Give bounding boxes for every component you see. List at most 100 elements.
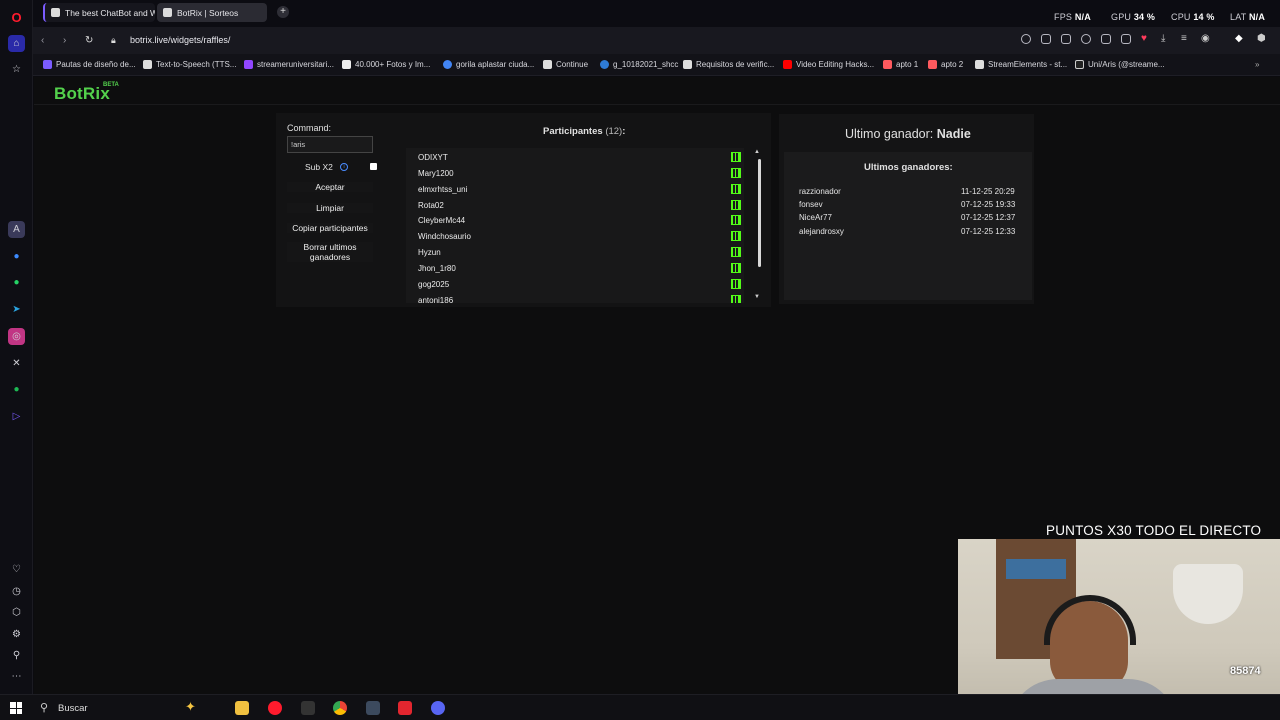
url-text[interactable]: botrix.live/widgets/raffles/ [130, 35, 230, 45]
menu-icon[interactable]: ≡ [1181, 33, 1187, 44]
app-icon[interactable] [301, 701, 315, 715]
kick-icon [731, 231, 741, 241]
bookmark-favicon-icon [783, 60, 792, 69]
camera-icon[interactable] [1061, 34, 1071, 44]
bookmark-item[interactable]: g_10182021_shcc [600, 60, 678, 69]
play-icon[interactable] [1121, 34, 1131, 44]
search-icon[interactable] [1021, 34, 1031, 44]
bookmark-label: StreamElements - st... [988, 60, 1068, 69]
new-tab-button[interactable]: + [277, 6, 289, 18]
bookmark-item[interactable]: streameruniversitari... [244, 60, 334, 69]
shield-icon[interactable] [1081, 34, 1091, 44]
vpn-icon[interactable] [1101, 34, 1111, 44]
bookmark-item[interactable]: apto 2 [928, 60, 963, 69]
more-icon[interactable]: ⋯ [8, 668, 25, 685]
history-icon[interactable]: ◷ [8, 583, 25, 600]
lat-stat: LAT N/A [1230, 12, 1265, 22]
participants-list[interactable]: ODIXYT Mary1200 elmxrhtss_uni Rota02 Cle… [406, 148, 744, 303]
instagram-icon[interactable]: ◎ [8, 328, 25, 345]
reload-icon[interactable]: ↻ [85, 35, 93, 46]
bookmark-item[interactable]: 40.000+ Fotos y Im... [342, 60, 430, 69]
copy-participants-button[interactable]: Copiar participantes [287, 223, 373, 233]
download-icon[interactable]: ⤓ [1161, 33, 1165, 44]
fps-value: N/A [1074, 12, 1091, 22]
winner-name: NiceAr77 [799, 213, 832, 222]
list-item: CleyberMc44 [418, 216, 466, 225]
bookmark-label: streameruniversitari... [257, 60, 334, 69]
bookmark-item[interactable]: Uni/Aris (@streame... [1075, 60, 1165, 69]
opera-logo-icon[interactable]: O [8, 9, 25, 26]
tab-botrix[interactable]: BotRix | Sorteos [157, 3, 267, 22]
sparkle-icon: ✦ [185, 699, 196, 714]
extensions-icon[interactable]: ⬡ [8, 604, 25, 621]
account-icon[interactable]: ◉ [1201, 33, 1210, 44]
app-logo[interactable]: BotRix [54, 84, 110, 104]
opera-icon[interactable] [268, 701, 282, 715]
messenger-icon[interactable]: ● [8, 248, 25, 265]
bookmark-icon[interactable]: ☆ [8, 61, 25, 78]
forward-icon[interactable]: › [63, 35, 66, 46]
sub-x2-label: Sub X2 [305, 162, 333, 172]
last-winner: Ultimo ganador: Nadie [845, 127, 971, 141]
cpu-stat: CPU 14 % [1171, 12, 1215, 22]
home-icon[interactable]: ⌂ [8, 35, 25, 52]
header-divider [34, 104, 1280, 105]
taskbar-search[interactable]: ⚲ Buscar ✦ [32, 698, 222, 718]
bookmark-favicon-icon [975, 60, 984, 69]
bookmark-label: gorila aplastar ciuda... [456, 60, 535, 69]
kick-icon [731, 279, 741, 289]
cube-icon[interactable]: ⬢ [1257, 33, 1266, 44]
lock-icon: 🔒︎ [111, 35, 116, 45]
participants-heading: Participantes (12): [543, 126, 625, 137]
x-icon[interactable]: ✕ [8, 355, 25, 372]
tab-favicon-icon [51, 8, 60, 17]
kick-icon [731, 184, 741, 194]
participants-scrollbar[interactable] [758, 159, 761, 267]
winner-name: razzionador [799, 187, 841, 196]
red-app-icon[interactable] [398, 701, 412, 715]
aria-icon[interactable]: A [8, 221, 25, 238]
info-icon[interactable]: i [340, 163, 348, 171]
bookmark-item[interactable]: Text-to-Speech (TTS... [143, 60, 236, 69]
spotify-icon[interactable]: ● [8, 381, 25, 398]
settings-icon[interactable]: ⚙ [8, 626, 25, 643]
bookmark-item[interactable]: Pautas de diseño de... [43, 60, 136, 69]
scroll-up-icon[interactable]: ▲ [754, 149, 760, 155]
diamond-icon[interactable]: ◆ [1235, 33, 1243, 44]
bookmark-favicon-icon [928, 60, 937, 69]
whatsapp-icon[interactable]: ● [8, 274, 25, 291]
points-counter: 85874 [1230, 665, 1261, 677]
tab-chatbot[interactable]: The best ChatBot and Wi [43, 3, 155, 22]
participants-colon: : [622, 126, 626, 137]
command-input[interactable]: !aris [287, 136, 373, 153]
browser-sidebar: O ⌂ ☆ A ● ● ➤ ◎ ✕ ● ▷ ♡ ◷ ⬡ ⚙ ⚲ ⋯ [0, 0, 33, 694]
chrome-icon[interactable] [333, 701, 347, 715]
bookmark-item[interactable]: apto 1 [883, 60, 918, 69]
windows-start-icon[interactable] [10, 702, 22, 714]
back-icon[interactable]: ‹ [41, 35, 44, 46]
tips-icon[interactable]: ⚲ [8, 647, 25, 664]
telegram-icon[interactable]: ➤ [8, 301, 25, 318]
bookmark-item[interactable]: gorila aplastar ciuda... [443, 60, 534, 69]
accept-button[interactable]: Aceptar [287, 182, 373, 192]
sub-x2-checkbox[interactable] [370, 163, 377, 170]
kick-icon [731, 263, 741, 273]
heart-icon[interactable]: ♥ [1141, 33, 1147, 44]
bookmark-item[interactable]: Continue [543, 60, 588, 69]
edit-icon[interactable] [1041, 34, 1051, 44]
file-explorer-icon[interactable] [235, 701, 249, 715]
clear-button[interactable]: Limpiar [287, 203, 373, 213]
bookmark-item[interactable]: Video Editing Hacks... [783, 60, 874, 69]
bookmark-item[interactable]: StreamElements - st... [975, 60, 1067, 69]
bookmarks-overflow-icon[interactable]: » [1255, 60, 1259, 69]
recent-winners-box [784, 152, 1032, 300]
participants-count: (12) [605, 126, 623, 137]
scroll-down-icon[interactable]: ▼ [754, 294, 760, 300]
media-icon[interactable] [366, 701, 380, 715]
discord-icon[interactable] [431, 701, 445, 715]
player-icon[interactable]: ▷ [8, 408, 25, 425]
bookmark-item[interactable]: Requisitos de verific... [683, 60, 774, 69]
delete-winners-button[interactable]: Borrar ultimos ganadores [287, 242, 373, 262]
taskbar-search-label: Buscar [58, 703, 88, 714]
heart-icon[interactable]: ♡ [8, 561, 25, 578]
